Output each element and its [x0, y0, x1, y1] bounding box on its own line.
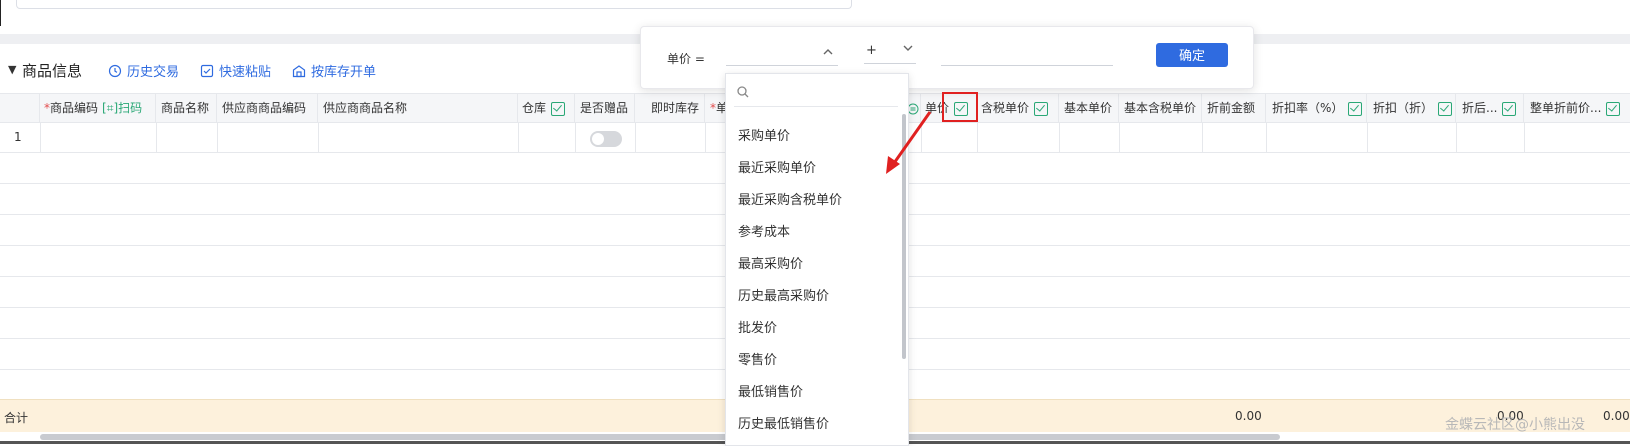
header-base-price[interactable]: 基本单价	[1059, 94, 1119, 122]
section-title: 商品信息	[22, 62, 83, 80]
dropdown-option[interactable]: 批发价	[738, 317, 777, 336]
history-trade-button[interactable]: 历史交易	[108, 61, 179, 80]
chevron-up-icon	[822, 46, 834, 62]
dropdown-option[interactable]: 参考成本	[738, 221, 790, 240]
dropdown-option[interactable]: 历史最高采购价	[738, 285, 829, 304]
collapse-caret-icon[interactable]: ▼	[8, 63, 16, 76]
dropdown-option[interactable]: 最近采购单价	[738, 157, 816, 176]
header-name[interactable]: 商品名称	[156, 94, 217, 122]
dropdown-search-input[interactable]	[734, 82, 898, 107]
header-tax-price[interactable]: 含税单价	[977, 94, 1059, 122]
confirm-button[interactable]: 确定	[1156, 43, 1228, 67]
red-arrow-annotation	[886, 111, 932, 174]
stock-order-button[interactable]: 按库存开单	[292, 61, 376, 80]
dropdown-option[interactable]: 最低销售价	[738, 381, 803, 400]
discount-check-icon[interactable]	[1438, 101, 1453, 116]
dropdown-option[interactable]: 最近采购含税单价	[738, 189, 842, 208]
after-discount-check-icon[interactable]	[1502, 101, 1517, 116]
header-gift[interactable]: 是否赠品	[575, 94, 635, 122]
checkbox-icon	[200, 64, 214, 78]
watermark: 金蝶云社区@小熊出没	[1445, 417, 1585, 433]
row-number: 1	[14, 130, 22, 144]
window-border	[0, 0, 1, 26]
history-trade-label: 历史交易	[127, 65, 180, 80]
gift-toggle[interactable]	[590, 131, 622, 147]
operator-select[interactable]: +	[864, 41, 916, 64]
header-supplier-code[interactable]: 供应商商品编码	[217, 94, 318, 122]
header-code[interactable]: *商品编码 [⌗]扫码	[40, 94, 156, 122]
dropdown-option[interactable]: 历史最低销售价	[738, 413, 829, 432]
dropdown-option[interactable]: 最高采购价	[738, 253, 803, 272]
scan-icon[interactable]: [⌗]扫码	[102, 101, 142, 115]
search-icon	[736, 85, 750, 102]
header-supplier-name[interactable]: 供应商商品名称	[318, 94, 518, 122]
warehouse-check-icon[interactable]	[551, 101, 566, 116]
header-whole-discount[interactable]: 整单折前价...	[1524, 94, 1630, 122]
top-area	[0, 0, 1630, 26]
formula-value-input[interactable]	[941, 41, 1113, 66]
dropdown-option[interactable]: 采购单价	[738, 125, 790, 144]
header-pre-discount[interactable]: 折前金额	[1202, 94, 1266, 122]
total-pre-discount: 0.00	[1235, 409, 1262, 423]
header-field[interactable]	[16, 0, 852, 9]
formula-label: 单价 =	[667, 52, 705, 66]
discount-rate-check-icon[interactable]	[1348, 101, 1363, 116]
header-discount[interactable]: 折扣（折）	[1367, 94, 1456, 122]
header-after-discount[interactable]: 折后...	[1456, 94, 1524, 122]
price-check-highlight-box	[942, 92, 978, 122]
dropdown-option[interactable]: 零售价	[738, 349, 777, 368]
header-base-tax-price[interactable]: 基本含税单价	[1119, 94, 1202, 122]
horizontal-scrollbar[interactable]	[40, 434, 1280, 440]
clock-icon	[108, 64, 122, 78]
header-discount-rate[interactable]: 折扣率（%）	[1266, 94, 1367, 122]
tax-price-check-icon[interactable]	[1034, 101, 1049, 116]
header-index	[0, 94, 40, 122]
whole-discount-check-icon[interactable]	[1606, 101, 1621, 116]
price-source-select[interactable]	[726, 41, 838, 66]
total-label: 合计	[4, 411, 29, 425]
total-whole-discount: 0.00	[1603, 409, 1630, 423]
stock-order-label: 按库存开单	[311, 65, 377, 80]
header-stock[interactable]: 即时库存	[635, 94, 705, 122]
chevron-down-icon	[902, 42, 914, 57]
quick-paste-label: 快速粘贴	[219, 65, 272, 80]
quick-paste-button[interactable]: 快速粘贴	[200, 61, 271, 80]
warehouse-icon	[292, 64, 306, 78]
operator-value: +	[866, 43, 877, 58]
header-warehouse[interactable]: 仓库	[518, 94, 575, 122]
